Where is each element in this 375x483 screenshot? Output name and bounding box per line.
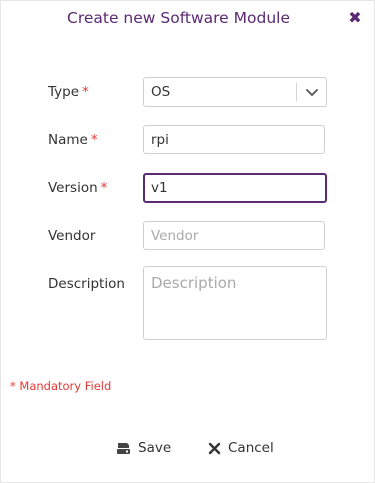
name-label: Name * xyxy=(48,132,98,148)
version-label: Version * xyxy=(48,180,107,196)
vendor-input[interactable] xyxy=(143,221,325,250)
chevron-down-icon[interactable] xyxy=(304,84,320,100)
description-textarea[interactable] xyxy=(143,266,327,340)
version-label-text: Version xyxy=(48,180,98,196)
mandatory-field-note: * Mandatory Field xyxy=(10,379,112,393)
type-label: Type * xyxy=(48,84,89,100)
name-label-text: Name xyxy=(48,132,88,148)
vendor-label: Vendor xyxy=(48,228,96,244)
type-required-mark: * xyxy=(82,84,89,100)
dialog-title: Create new Software Module xyxy=(67,9,291,27)
close-icon xyxy=(208,442,221,454)
type-select-value: OS xyxy=(151,84,171,100)
version-input[interactable] xyxy=(143,173,327,203)
cancel-button[interactable]: Cancel xyxy=(208,437,274,459)
save-icon xyxy=(117,442,130,454)
name-required-mark: * xyxy=(90,132,98,148)
name-input[interactable] xyxy=(143,125,325,154)
create-software-module-dialog: Create new Software Module ✖ Type * OS Na… xyxy=(0,0,375,483)
save-label: Save xyxy=(138,440,172,456)
close-icon[interactable]: ✖ xyxy=(347,9,363,27)
description-label: Description xyxy=(48,276,125,292)
type-label-text: Type xyxy=(48,84,80,100)
version-required-mark: * xyxy=(100,180,108,196)
save-button[interactable]: Save xyxy=(116,437,171,459)
type-select[interactable]: OS xyxy=(143,77,327,107)
select-divider xyxy=(296,83,297,101)
cancel-label: Cancel xyxy=(228,440,274,456)
